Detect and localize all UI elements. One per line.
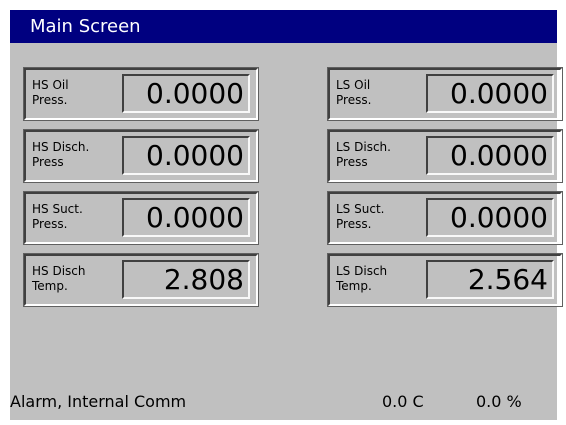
hs-disch-press-value: 0.0000 bbox=[122, 136, 250, 175]
label-line-2: Press. bbox=[32, 93, 68, 107]
label-line-1: LS Oil bbox=[336, 78, 371, 92]
label-line-1: HS Oil bbox=[32, 78, 69, 92]
ls-oil-press-value: 0.0000 bbox=[426, 74, 554, 113]
hs-suct-press-value: 0.0000 bbox=[122, 198, 250, 237]
hs-oil-press-label: HS Oil Press. bbox=[32, 78, 112, 108]
hs-disch-temp-label: HS Disch Temp. bbox=[32, 264, 112, 294]
label-line-1: LS Suct. bbox=[336, 202, 385, 216]
ls-suct-press-value: 0.0000 bbox=[426, 198, 554, 237]
ls-suct-press-panel: LS Suct. Press. 0.0000 bbox=[327, 191, 563, 245]
ls-oil-press-label: LS Oil Press. bbox=[336, 78, 416, 108]
ls-oil-press-panel: LS Oil Press. 0.0000 bbox=[327, 67, 563, 121]
temperature-readout: 0.0 C bbox=[382, 392, 424, 411]
label-line-2: Temp. bbox=[32, 279, 68, 293]
label-line-2: Press bbox=[32, 155, 64, 169]
ls-disch-press-panel: LS Disch. Press 0.0000 bbox=[327, 129, 563, 183]
label-line-1: HS Disch. bbox=[32, 140, 90, 154]
label-line-1: HS Disch bbox=[32, 264, 86, 278]
hs-oil-press-value: 0.0000 bbox=[122, 74, 250, 113]
ls-disch-press-label: LS Disch. Press bbox=[336, 140, 416, 170]
label-line-2: Press bbox=[336, 155, 368, 169]
hs-suct-press-panel: HS Suct. Press. 0.0000 bbox=[23, 191, 259, 245]
label-line-2: Press. bbox=[32, 217, 68, 231]
hs-disch-temp-value: 2.808 bbox=[122, 260, 250, 299]
ls-disch-press-value: 0.0000 bbox=[426, 136, 554, 175]
ls-disch-temp-label: LS Disch Temp. bbox=[336, 264, 416, 294]
hs-disch-press-panel: HS Disch. Press 0.0000 bbox=[23, 129, 259, 183]
ls-suct-press-label: LS Suct. Press. bbox=[336, 202, 416, 232]
label-line-2: Temp. bbox=[336, 279, 372, 293]
title-bar: Main Screen bbox=[10, 10, 557, 43]
label-line-1: HS Suct. bbox=[32, 202, 83, 216]
hs-disch-press-label: HS Disch. Press bbox=[32, 140, 112, 170]
hs-disch-temp-panel: HS Disch Temp. 2.808 bbox=[23, 253, 259, 307]
ls-disch-temp-value: 2.564 bbox=[426, 260, 554, 299]
label-line-1: LS Disch. bbox=[336, 140, 391, 154]
percent-readout: 0.0 % bbox=[476, 392, 522, 411]
label-line-2: Press. bbox=[336, 93, 372, 107]
hs-suct-press-label: HS Suct. Press. bbox=[32, 202, 112, 232]
label-line-1: LS Disch bbox=[336, 264, 388, 278]
hs-oil-press-panel: HS Oil Press. 0.0000 bbox=[23, 67, 259, 121]
label-line-2: Press. bbox=[336, 217, 372, 231]
ls-disch-temp-panel: LS Disch Temp. 2.564 bbox=[327, 253, 563, 307]
main-screen-window: Main Screen HS Oil Press. 0.0000 LS Oil … bbox=[10, 10, 563, 420]
alarm-status-text: Alarm, Internal Comm bbox=[10, 392, 187, 411]
